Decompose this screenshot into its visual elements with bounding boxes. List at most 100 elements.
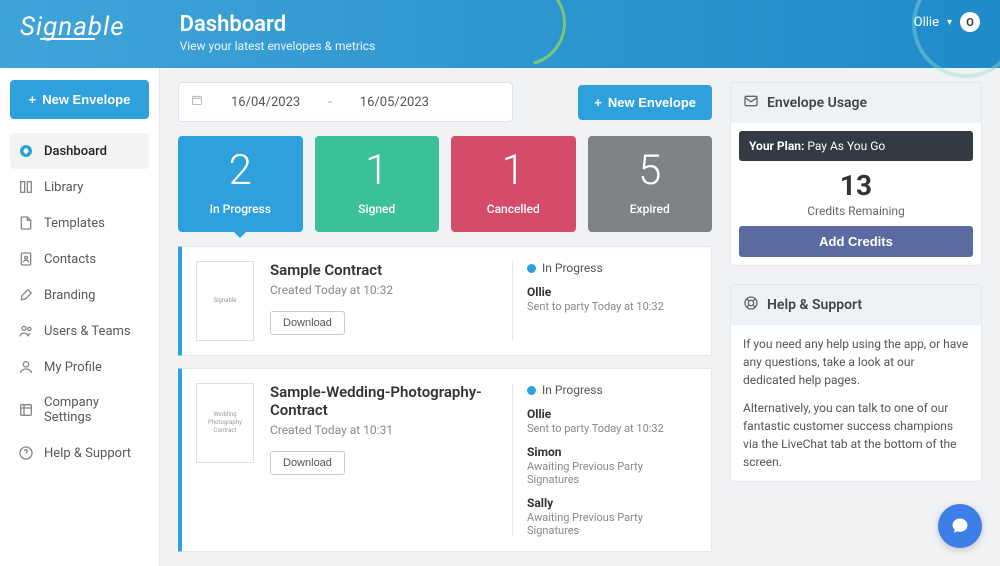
party-block: OllieSent to party Today at 10:32 <box>527 285 697 313</box>
plus-icon: + <box>29 92 37 107</box>
envelope-usage-panel: Envelope Usage Your Plan: Pay As You Go … <box>730 82 982 266</box>
envelope-title: Sample-Wedding-Photography-Contract <box>270 383 496 419</box>
nav-label: Library <box>44 180 83 195</box>
metric-value: 1 <box>315 150 440 192</box>
envelope-thumbnail: Signable <box>196 261 254 341</box>
metric-value: 2 <box>178 150 303 192</box>
party-status: Sent to party Today at 10:32 <box>527 422 697 435</box>
metric-label: Signed <box>315 202 440 216</box>
status-text: In Progress <box>542 261 603 275</box>
sidebar-item-templates[interactable]: Templates <box>10 205 149 241</box>
nav-label: Contacts <box>44 252 96 267</box>
help-text-2: Alternatively, you can talk to one of ou… <box>743 399 969 471</box>
lifebuoy-icon <box>743 295 759 315</box>
new-envelope-button[interactable]: + New Envelope <box>10 80 149 119</box>
plan-bar: Your Plan: Pay As You Go <box>739 131 973 161</box>
date-from: 16/04/2023 <box>231 95 300 110</box>
envelope-title: Sample Contract <box>270 261 496 279</box>
add-credits-button[interactable]: Add Credits <box>739 226 973 257</box>
page-subtitle: View your latest envelopes & metrics <box>180 39 376 53</box>
date-range-picker[interactable]: 16/04/2023 - 16/05/2023 <box>178 82 513 122</box>
envelope-created: Created Today at 10:32 <box>270 283 496 297</box>
brush-icon <box>18 287 34 303</box>
sidebar: + New Envelope Dashboard Library Templates… <box>0 68 160 566</box>
user-menu[interactable]: Ollie ▾ O <box>914 12 980 32</box>
sidebar-item-dashboard[interactable]: Dashboard <box>10 133 149 169</box>
sidebar-item-branding[interactable]: Branding <box>10 277 149 313</box>
chevron-down-icon: ▾ <box>947 17 952 28</box>
party-name: Ollie <box>527 407 697 421</box>
party-block: SimonAwaiting Previous Party Signatures <box>527 445 697 486</box>
metric-label: Expired <box>588 202 713 216</box>
plan-label: Your Plan: <box>749 139 804 153</box>
logo: Signable <box>20 12 125 42</box>
help-title: Help & Support <box>767 297 862 313</box>
metric-cancelled[interactable]: 1 Cancelled <box>451 136 576 232</box>
new-envelope-button-top[interactable]: + New Envelope <box>578 85 712 120</box>
metric-value: 5 <box>588 150 713 192</box>
envelope-card[interactable]: Wedding Photography Contract Sample-Weddi… <box>178 368 712 552</box>
envelope-icon <box>743 93 759 113</box>
status-pill: In Progress <box>527 383 697 397</box>
envelope-thumbnail: Wedding Photography Contract <box>196 383 254 463</box>
party-status: Awaiting Previous Party Signatures <box>527 511 697 537</box>
sidebar-item-library[interactable]: Library <box>10 169 149 205</box>
nav-label: Templates <box>44 216 105 231</box>
date-to: 16/05/2023 <box>360 95 429 110</box>
help-support-panel: Help & Support If you need any help usin… <box>730 284 982 482</box>
library-icon <box>18 179 34 195</box>
sidebar-item-help-support[interactable]: Help & Support <box>10 435 149 471</box>
nav-label: Dashboard <box>44 144 107 159</box>
plus-icon: + <box>594 95 602 110</box>
users-icon <box>18 323 34 339</box>
metric-value: 1 <box>451 150 576 192</box>
sidebar-item-my-profile[interactable]: My Profile <box>10 349 149 385</box>
profile-icon <box>18 359 34 375</box>
party-block: SallyAwaiting Previous Party Signatures <box>527 496 697 537</box>
sidebar-item-company-settings[interactable]: Company Settings <box>10 385 149 435</box>
date-separator: - <box>328 95 332 110</box>
usage-title: Envelope Usage <box>767 95 867 111</box>
metrics-row: 2 In Progress 1 Signed 1 Cancelled 5 Expired <box>178 136 712 232</box>
status-dot-icon <box>527 386 536 395</box>
contacts-icon <box>18 251 34 267</box>
chat-icon <box>950 516 970 536</box>
metric-signed[interactable]: 1 Signed <box>315 136 440 232</box>
metric-label: In Progress <box>178 202 303 216</box>
party-status: Sent to party Today at 10:32 <box>527 300 697 313</box>
plan-name: Pay As You Go <box>807 139 885 153</box>
chat-fab[interactable] <box>938 504 982 548</box>
credits-count: 13 <box>731 169 981 202</box>
calendar-icon <box>191 94 203 110</box>
settings-icon <box>18 402 34 418</box>
party-name: Simon <box>527 445 697 459</box>
metric-expired[interactable]: 5 Expired <box>588 136 713 232</box>
help-icon <box>18 445 34 461</box>
metric-in-progress[interactable]: 2 In Progress <box>178 136 303 232</box>
nav-label: My Profile <box>44 360 102 375</box>
user-name: Ollie <box>914 15 939 30</box>
nav-label: Users & Teams <box>44 324 131 339</box>
metric-label: Cancelled <box>451 202 576 216</box>
download-button[interactable]: Download <box>270 311 345 335</box>
page-title: Dashboard <box>180 12 376 37</box>
status-dot-icon <box>527 264 536 273</box>
download-button[interactable]: Download <box>270 451 345 475</box>
user-avatar-badge: O <box>960 12 980 32</box>
home-icon <box>18 143 34 159</box>
nav-label: Help & Support <box>44 446 131 461</box>
file-icon <box>18 215 34 231</box>
nav-label: Branding <box>44 288 95 303</box>
app-header: Signable Dashboard View your latest enve… <box>0 0 1000 68</box>
party-block: OllieSent to party Today at 10:32 <box>527 407 697 435</box>
credits-label: Credits Remaining <box>731 204 981 218</box>
new-envelope-label: New Envelope <box>608 95 696 110</box>
envelope-created: Created Today at 10:31 <box>270 423 496 437</box>
sidebar-item-contacts[interactable]: Contacts <box>10 241 149 277</box>
party-name: Ollie <box>527 285 697 299</box>
envelope-card[interactable]: Signable Sample Contract Created Today at … <box>178 246 712 356</box>
sidebar-item-users-teams[interactable]: Users & Teams <box>10 313 149 349</box>
party-name: Sally <box>527 496 697 510</box>
nav-label: Company Settings <box>44 395 141 425</box>
new-envelope-label: New Envelope <box>42 92 130 107</box>
